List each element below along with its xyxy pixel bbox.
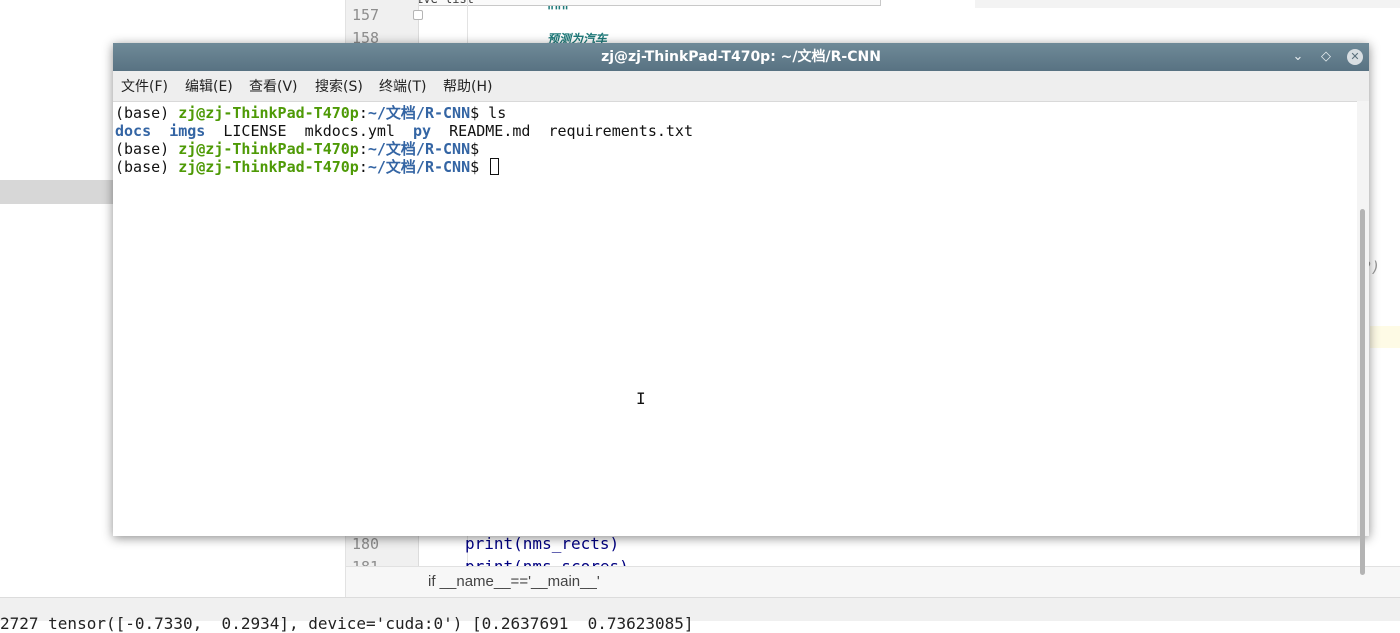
- prompt-separator: :: [358, 104, 368, 122]
- prompt-user-host: zj@zj-ThinkPad-T470p: [178, 104, 359, 122]
- terminal-line: (base) zj@zj-ThinkPad-T470p:~/文档/R-CNN$ …: [115, 104, 506, 122]
- prompt-separator: :: [358, 158, 368, 176]
- ls-output-line: docs imgs LICENSE mkdocs.yml py README.m…: [115, 122, 693, 140]
- prompt-dollar: $: [470, 104, 480, 122]
- prompt-separator: :: [358, 140, 368, 158]
- code-line: print(nms_rects): [465, 534, 620, 553]
- text-cursor-icon: I: [636, 389, 646, 408]
- file-entry: LICENSE: [223, 122, 287, 140]
- prompt-path: ~/文档/R-CNN: [367, 158, 471, 176]
- directory-entry: docs: [115, 122, 152, 140]
- project-panel-selected-row[interactable]: [0, 180, 113, 204]
- editor-tab[interactable]: positive_list: [357, 0, 881, 6]
- directory-entry: imgs: [169, 122, 206, 140]
- prompt-user-host: zj@zj-ThinkPad-T470p: [178, 140, 359, 158]
- prompt-path: ~/文档/R-CNN: [367, 104, 471, 122]
- terminal-titlebar[interactable]: zj@zj-ThinkPad-T470p: ~/文档/R-CNN ⌄ ◇ ✕: [113, 43, 1369, 71]
- menu-bar: 文件(F) 编辑(E) 查看(V) 搜索(S) 终端(T) 帮助(H): [113, 71, 1369, 102]
- close-icon[interactable]: ✕: [1347, 49, 1363, 65]
- prompt-dollar: $: [470, 158, 480, 176]
- terminal-line: (base) zj@zj-ThinkPad-T470p:~/文档/R-CNN$: [115, 140, 479, 158]
- menu-edit[interactable]: 编辑(E): [185, 71, 233, 103]
- menu-terminal[interactable]: 终端(T): [379, 71, 426, 103]
- file-entry: README.md: [449, 122, 531, 140]
- current-line-highlight: [1370, 326, 1400, 348]
- prompt-env: (base): [115, 158, 179, 176]
- breadcrumb[interactable]: if __name__=='__main__': [346, 566, 1400, 597]
- prompt-env: (base): [115, 104, 179, 122]
- prompt-dollar: $: [470, 140, 480, 158]
- diamond-icon[interactable]: ◇: [1318, 49, 1334, 65]
- fold-marker-icon[interactable]: [413, 10, 423, 20]
- terminal-line: (base) zj@zj-ThinkPad-T470p:~/文档/R-CNN$: [115, 158, 500, 176]
- file-entry: mkdocs.yml: [304, 122, 395, 140]
- scrollbar-thumb[interactable]: [1360, 209, 1365, 575]
- line-number: 157: [352, 6, 380, 24]
- directory-entry: py: [413, 122, 432, 140]
- window-title: zj@zj-ThinkPad-T470p: ~/文档/R-CNN: [601, 49, 881, 65]
- console-output-line: 2727 tensor([-0.7330, 0.2934], device='c…: [0, 614, 694, 633]
- menu-help[interactable]: 帮助(H): [443, 71, 492, 103]
- file-entry: requirements.txt: [548, 122, 694, 140]
- docstring-line: """: [547, 4, 569, 18]
- prompt-path: ~/文档/R-CNN: [367, 140, 471, 158]
- ide-toolbar: [975, 0, 1400, 8]
- menu-view[interactable]: 查看(V): [249, 71, 298, 103]
- command-text: ls: [479, 104, 507, 122]
- menu-file[interactable]: 文件(F): [121, 71, 168, 103]
- breadcrumb-label: if __name__=='__main__': [428, 573, 600, 590]
- terminal-scrollbar[interactable]: [1357, 101, 1369, 575]
- prompt-env: (base): [115, 140, 179, 158]
- terminal-output[interactable]: (base) zj@zj-ThinkPad-T470p:~/文档/R-CNN$ …: [113, 102, 1357, 536]
- chevron-down-icon[interactable]: ⌄: [1290, 49, 1306, 65]
- line-number: 180: [352, 535, 380, 553]
- menu-search[interactable]: 搜索(S): [315, 71, 363, 103]
- prompt-user-host: zj@zj-ThinkPad-T470p: [178, 158, 359, 176]
- block-cursor: [490, 158, 500, 175]
- terminal-window: zj@zj-ThinkPad-T470p: ~/文档/R-CNN ⌄ ◇ ✕ 文…: [113, 43, 1369, 575]
